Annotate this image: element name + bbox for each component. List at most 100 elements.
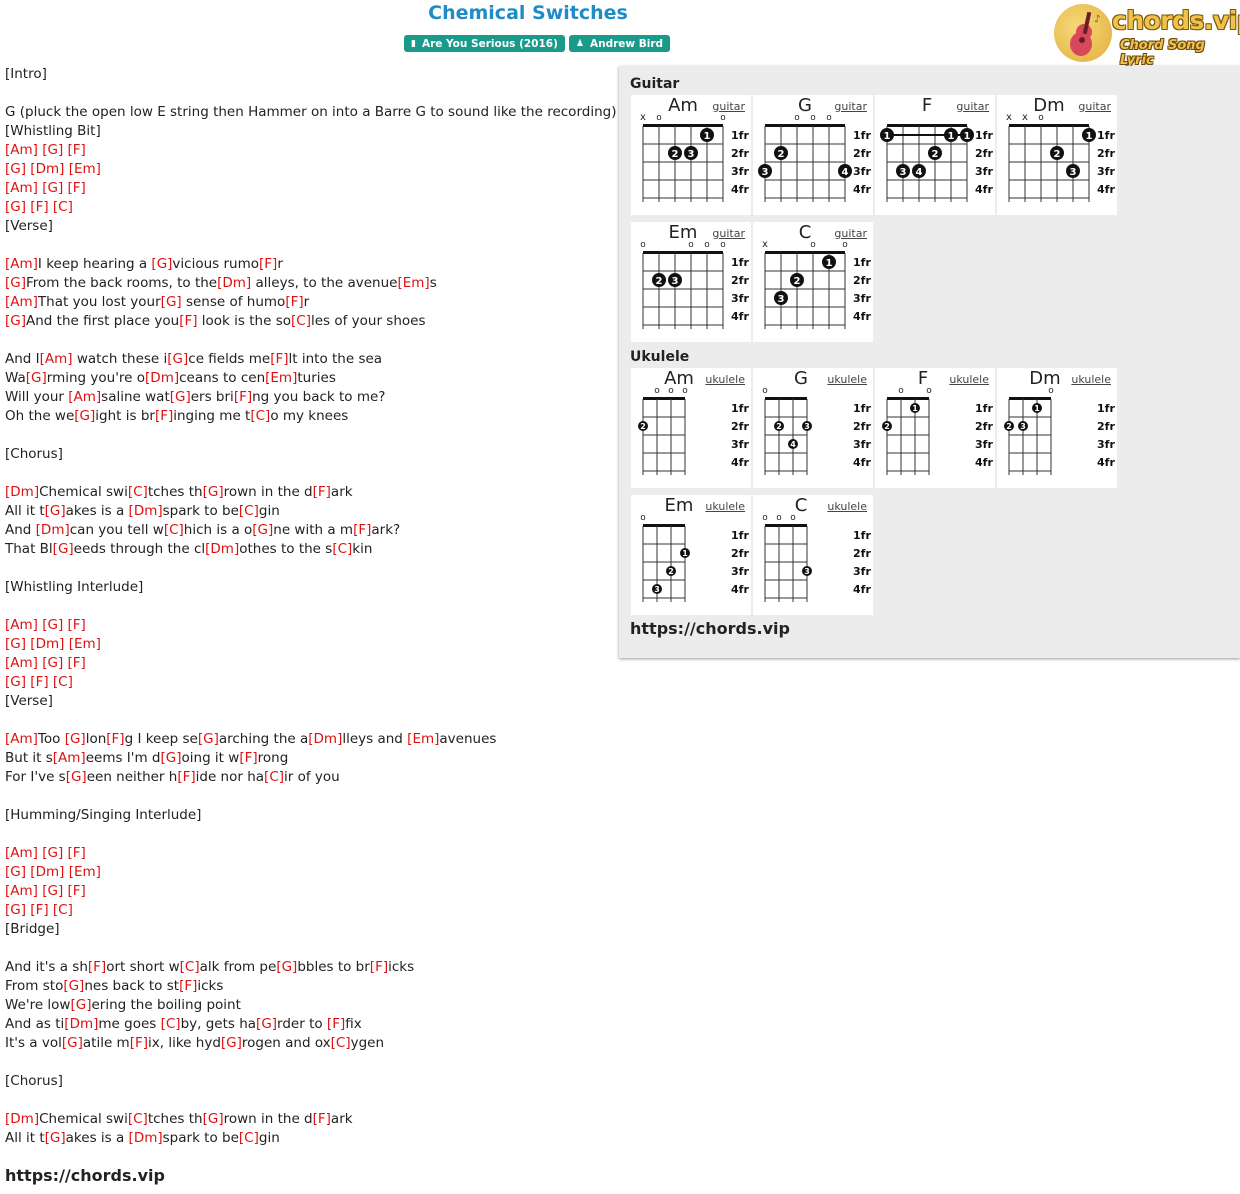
chord-marker[interactable]: [F] [30, 902, 48, 918]
chord-marker[interactable]: [G] [42, 883, 63, 899]
chord-marker[interactable]: [C] [332, 541, 352, 557]
chord-marker[interactable]: [Dm] [64, 1016, 98, 1032]
chord-marker[interactable]: [G] [53, 541, 74, 557]
chord-marker[interactable]: [F] [313, 484, 331, 500]
chord-marker[interactable]: [Dm] [5, 1111, 39, 1127]
chord-marker[interactable]: [F] [130, 1035, 148, 1051]
chord-marker[interactable]: [Em] [407, 731, 439, 747]
chord-marker[interactable]: [F] [106, 731, 124, 747]
panel-site-url[interactable]: https://chords.vip [630, 619, 790, 638]
chord-marker[interactable]: [G] [203, 484, 224, 500]
chord-marker[interactable]: [Em] [69, 636, 101, 652]
chord-marker[interactable]: [G] [5, 275, 26, 291]
chord-marker[interactable]: [Am] [5, 655, 38, 671]
chord-marker[interactable]: [Am] [5, 845, 38, 861]
chord-marker[interactable]: [C] [128, 1111, 148, 1127]
chord-marker[interactable]: [Em] [265, 370, 297, 386]
chord-marker[interactable]: [G] [167, 351, 188, 367]
chord-marker[interactable]: [F] [68, 655, 86, 671]
chord-marker[interactable]: [F] [234, 389, 252, 405]
chord-marker[interactable]: [Am] [5, 731, 38, 747]
chord-marker[interactable]: [Dm] [30, 636, 64, 652]
chord-marker[interactable]: [Am] [5, 617, 38, 633]
chord-marker[interactable]: [F] [179, 978, 197, 994]
chord-marker[interactable]: [G] [256, 1016, 277, 1032]
chord-marker[interactable]: [F] [177, 769, 195, 785]
chord-marker[interactable]: [C] [291, 313, 311, 329]
chord-marker[interactable]: [Dm] [36, 522, 70, 538]
chord-marker[interactable]: [F] [239, 750, 257, 766]
chord-marker[interactable]: [C] [264, 769, 284, 785]
chord-marker[interactable]: [F] [353, 522, 371, 538]
chord-marker[interactable]: [Am] [53, 750, 86, 766]
chord-marker[interactable]: [F] [370, 959, 388, 975]
chord-marker[interactable]: [F] [327, 1016, 345, 1032]
chord-marker[interactable]: [F] [313, 1111, 331, 1127]
chord-marker[interactable]: [Dm] [308, 731, 342, 747]
chord-marker[interactable]: [G] [5, 199, 26, 215]
chord-marker[interactable]: [Am] [40, 351, 73, 367]
chord-marker[interactable]: [Dm] [30, 864, 64, 880]
chord-marker[interactable]: [G] [170, 389, 191, 405]
artist-tag[interactable]: ♟ Andrew Bird [568, 35, 671, 52]
chord-marker[interactable]: [G] [45, 1130, 66, 1146]
chord-marker[interactable]: [Am] [5, 256, 38, 272]
chord-marker[interactable]: [G] [65, 731, 86, 747]
chord-marker[interactable]: [G] [26, 370, 47, 386]
chord-marker[interactable]: [G] [74, 408, 95, 424]
chord-marker[interactable]: [C] [53, 674, 73, 690]
chord-marker[interactable]: [Am] [5, 180, 38, 196]
footer-site-url[interactable]: https://chords.vip [5, 1166, 615, 1185]
chord-marker[interactable]: [F] [155, 408, 173, 424]
chord-marker[interactable]: [Dm] [217, 275, 251, 291]
chord-marker[interactable]: [G] [42, 655, 63, 671]
chord-marker[interactable]: [C] [239, 1130, 259, 1146]
chord-marker[interactable]: [F] [259, 256, 277, 272]
chord-marker[interactable]: [G] [42, 617, 63, 633]
chord-marker[interactable]: [G] [70, 997, 91, 1013]
chord-marker[interactable]: [G] [221, 1035, 242, 1051]
chord-marker[interactable]: [G] [63, 978, 84, 994]
chord-marker[interactable]: [F] [88, 959, 106, 975]
site-logo[interactable]: ♪ chords.vip Chord Song Lyric [1054, 4, 1240, 68]
chord-marker[interactable]: [G] [198, 731, 219, 747]
chord-marker[interactable]: [Am] [5, 142, 38, 158]
chord-marker[interactable]: [Em] [69, 864, 101, 880]
chord-marker[interactable]: [G] [151, 256, 172, 272]
chord-marker[interactable]: [F] [68, 142, 86, 158]
chord-marker[interactable]: [C] [180, 959, 200, 975]
chord-marker[interactable]: [Em] [69, 161, 101, 177]
chord-marker[interactable]: [C] [53, 902, 73, 918]
chord-marker[interactable]: [G] [161, 294, 182, 310]
chord-marker[interactable]: [C] [239, 503, 259, 519]
chord-marker[interactable]: [C] [164, 522, 184, 538]
chord-marker[interactable]: [Dm] [129, 503, 163, 519]
chord-marker[interactable]: [G] [161, 750, 182, 766]
chord-marker[interactable]: [Dm] [129, 1130, 163, 1146]
chord-marker[interactable]: [F] [270, 351, 288, 367]
chord-marker[interactable]: [G] [252, 522, 273, 538]
chord-marker[interactable]: [C] [331, 1035, 351, 1051]
chord-marker[interactable]: [F] [285, 294, 303, 310]
album-tag[interactable]: ▮ Are You Serious (2016) [404, 35, 565, 52]
chord-marker[interactable]: [C] [128, 484, 148, 500]
chord-marker[interactable]: [Am] [5, 883, 38, 899]
chord-marker[interactable]: [G] [5, 864, 26, 880]
chord-marker[interactable]: [F] [30, 674, 48, 690]
chord-marker[interactable]: [G] [203, 1111, 224, 1127]
chord-marker[interactable]: [G] [42, 845, 63, 861]
chord-marker[interactable]: [Am] [5, 294, 38, 310]
chord-marker[interactable]: [C] [53, 199, 73, 215]
chord-marker[interactable]: [Am] [68, 389, 101, 405]
chord-marker[interactable]: [G] [42, 142, 63, 158]
chord-marker[interactable]: [Dm] [145, 370, 179, 386]
chord-marker[interactable]: [C] [250, 408, 270, 424]
chord-marker[interactable]: [G] [42, 180, 63, 196]
chord-marker[interactable]: [F] [30, 199, 48, 215]
chord-marker[interactable]: [G] [5, 313, 26, 329]
chord-marker[interactable]: [G] [45, 503, 66, 519]
chord-marker[interactable]: [Dm] [205, 541, 239, 557]
chord-marker[interactable]: [G] [5, 161, 26, 177]
chord-marker[interactable]: [G] [5, 902, 26, 918]
chord-marker[interactable]: [F] [68, 845, 86, 861]
